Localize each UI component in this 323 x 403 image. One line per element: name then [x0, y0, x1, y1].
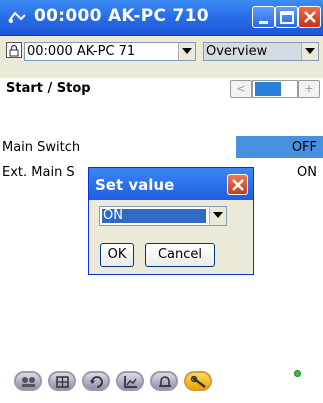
prev-page-button[interactable]: <	[230, 80, 252, 98]
next-page-button[interactable]: +	[298, 80, 320, 98]
dialog-title: Set value	[95, 176, 175, 194]
chart-button[interactable]	[116, 371, 144, 391]
people-button[interactable]	[14, 371, 42, 391]
row-ext-main-switch-value[interactable]: ON	[297, 165, 317, 180]
service-button[interactable]	[184, 371, 212, 391]
view-select[interactable]: Overview	[203, 42, 319, 61]
minimize-icon	[259, 21, 268, 24]
page-slider-fill	[255, 82, 281, 96]
row-main-switch-value[interactable]: OFF	[292, 140, 317, 155]
close-icon	[304, 11, 316, 23]
chart-icon	[124, 376, 137, 388]
dialog-close-button[interactable]	[227, 174, 248, 195]
minimize-button[interactable]	[252, 6, 275, 28]
device-select-dropdown[interactable]	[178, 43, 195, 60]
chevron-down-icon	[305, 48, 315, 54]
people-icon	[22, 377, 35, 387]
window-titlebar: 00:000 AK-PC 710	[0, 0, 323, 36]
lock-button[interactable]	[6, 42, 22, 58]
maximize-button[interactable]	[275, 6, 298, 28]
chevron-down-icon	[213, 212, 223, 218]
wrench-icon	[190, 375, 206, 388]
page-slider[interactable]	[252, 80, 298, 98]
view-select-dropdown[interactable]	[301, 43, 318, 60]
window-title: 00:000 AK-PC 710	[34, 6, 209, 26]
refresh-icon	[90, 376, 103, 388]
value-select[interactable]: ON	[99, 206, 227, 226]
status-led	[294, 370, 301, 377]
set-value-dialog: Set value ON OK Cancel	[88, 167, 254, 275]
device-select-value: 00:000 AK-PC 71	[27, 44, 136, 59]
cancel-button[interactable]: Cancel	[145, 243, 215, 267]
refresh-button[interactable]	[82, 371, 110, 391]
section-title: Start / Stop	[6, 81, 91, 96]
value-select-dropdown[interactable]	[209, 207, 226, 225]
grid-icon	[56, 376, 69, 388]
grid-button[interactable]	[48, 371, 76, 391]
row-main-switch-label: Main Switch	[2, 140, 81, 155]
view-select-value: Overview	[206, 44, 268, 59]
ok-button[interactable]: OK	[100, 243, 134, 267]
dialog-titlebar: Set value	[89, 168, 253, 200]
chevron-down-icon	[182, 48, 192, 54]
close-button[interactable]	[298, 6, 321, 28]
maximize-icon	[280, 11, 294, 24]
row-ext-main-switch-label: Ext. Main S	[2, 165, 75, 180]
app-logo-icon	[8, 11, 26, 23]
close-icon	[232, 179, 244, 191]
alarm-button[interactable]	[150, 371, 178, 391]
alarm-bell-icon	[159, 376, 171, 387]
value-select-selected: ON	[102, 209, 206, 223]
lock-icon	[9, 44, 19, 57]
device-select[interactable]: 00:000 AK-PC 71	[24, 42, 196, 61]
